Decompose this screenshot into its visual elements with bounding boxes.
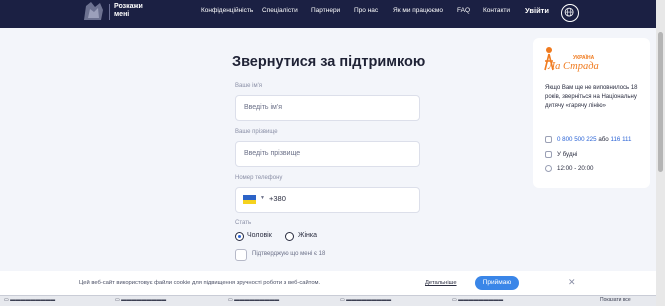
nav-partners[interactable]: Партнери <box>311 7 340 14</box>
close-icon[interactable]: ✕ <box>568 277 576 288</box>
first-name-field[interactable]: Введіть ім'я <box>235 95 420 121</box>
nav-faq[interactable]: FAQ <box>457 7 470 14</box>
phone-icon <box>545 136 552 143</box>
hotline-main-link[interactable]: 0 800 500 225 <box>557 136 597 143</box>
login-link[interactable]: Увійти <box>525 6 549 15</box>
hotline-short-link[interactable]: 116 111 <box>610 136 631 143</box>
last-name-field[interactable]: Введіть прізвище <box>235 141 420 167</box>
logo-icon[interactable] <box>80 0 106 24</box>
language-globe-icon[interactable] <box>561 4 579 22</box>
nav-contacts[interactable]: Контакти <box>483 7 510 14</box>
logo-divider <box>109 4 110 20</box>
gender-male-radio[interactable] <box>235 232 244 241</box>
logo-line-1: Розкажи <box>114 3 143 10</box>
download-item[interactable]: ▭ ▬▬▬▬▬▬▬▬▬ <box>228 297 279 306</box>
download-item[interactable]: ▭ ▬▬▬▬▬▬▬▬▬ <box>4 297 55 306</box>
hotline-phones: 0 800 500 225 або 116 111 <box>557 136 631 143</box>
nav-specialists[interactable]: Спеціалісти <box>262 7 298 14</box>
age-confirm-checkbox[interactable] <box>235 249 247 261</box>
clock-icon <box>545 165 552 172</box>
nav-about[interactable]: Про нас <box>354 7 378 14</box>
cookie-accept-button[interactable]: Приймаю <box>475 276 519 290</box>
ukraine-flag-icon[interactable] <box>243 195 256 204</box>
gender-female-radio[interactable] <box>285 232 294 241</box>
download-item[interactable]: ▭ ▬▬▬▬▬▬▬▬▬ <box>115 297 166 306</box>
phone-prefix: +380 <box>269 194 286 203</box>
page-title: Звернутися за підтримкою <box>232 54 426 70</box>
download-item[interactable]: ▭ ▬▬▬▬▬▬▬▬▬ <box>452 297 503 306</box>
age-confirm-label[interactable]: Підтверджую що мені є 18 <box>252 251 325 257</box>
show-all-button[interactable]: Показати все <box>600 297 631 306</box>
last-name-label: Ваше прізвище <box>235 129 278 135</box>
nav-how-we-work[interactable]: Як ми працюємо <box>393 7 443 14</box>
logo-text[interactable]: Розкажи мені <box>114 3 154 19</box>
logo-line-2: мені <box>114 11 130 18</box>
gender-male-label[interactable]: Чоловік <box>247 232 272 239</box>
cookie-text: Цей веб-сайт використовує файли cookie д… <box>79 280 321 286</box>
downloads-bar: ▭ ▬▬▬▬▬▬▬▬▬ ▭ ▬▬▬▬▬▬▬▬▬ ▭ ▬▬▬▬▬▬▬▬▬ ▭ ▬▬… <box>0 295 656 306</box>
gender-female-label[interactable]: Жінка <box>298 232 317 239</box>
card-description: Якщо Вам ще не виповнилось 18 років, зве… <box>545 85 638 109</box>
first-name-label: Ваше ім'я <box>235 83 263 89</box>
card-brand: Ла Страда <box>548 61 599 72</box>
hotline-or: або <box>598 136 609 143</box>
nav-confidentiality[interactable]: Конфіденційність <box>201 7 253 14</box>
hotline-days: У будні <box>557 151 578 158</box>
phone-label: Номер телефону <box>235 175 283 181</box>
download-item[interactable]: ▭ ▬▬▬▬▬▬▬▬▬ <box>340 297 391 306</box>
chevron-down-icon[interactable]: ▼ <box>260 195 265 201</box>
hotline-hours: 12:00 - 20:00 <box>557 165 594 172</box>
gender-label: Стать <box>235 220 252 226</box>
scrollbar-thumb[interactable] <box>658 32 663 172</box>
cookie-more-link[interactable]: Детальніше <box>425 280 457 286</box>
calendar-icon <box>545 151 552 158</box>
